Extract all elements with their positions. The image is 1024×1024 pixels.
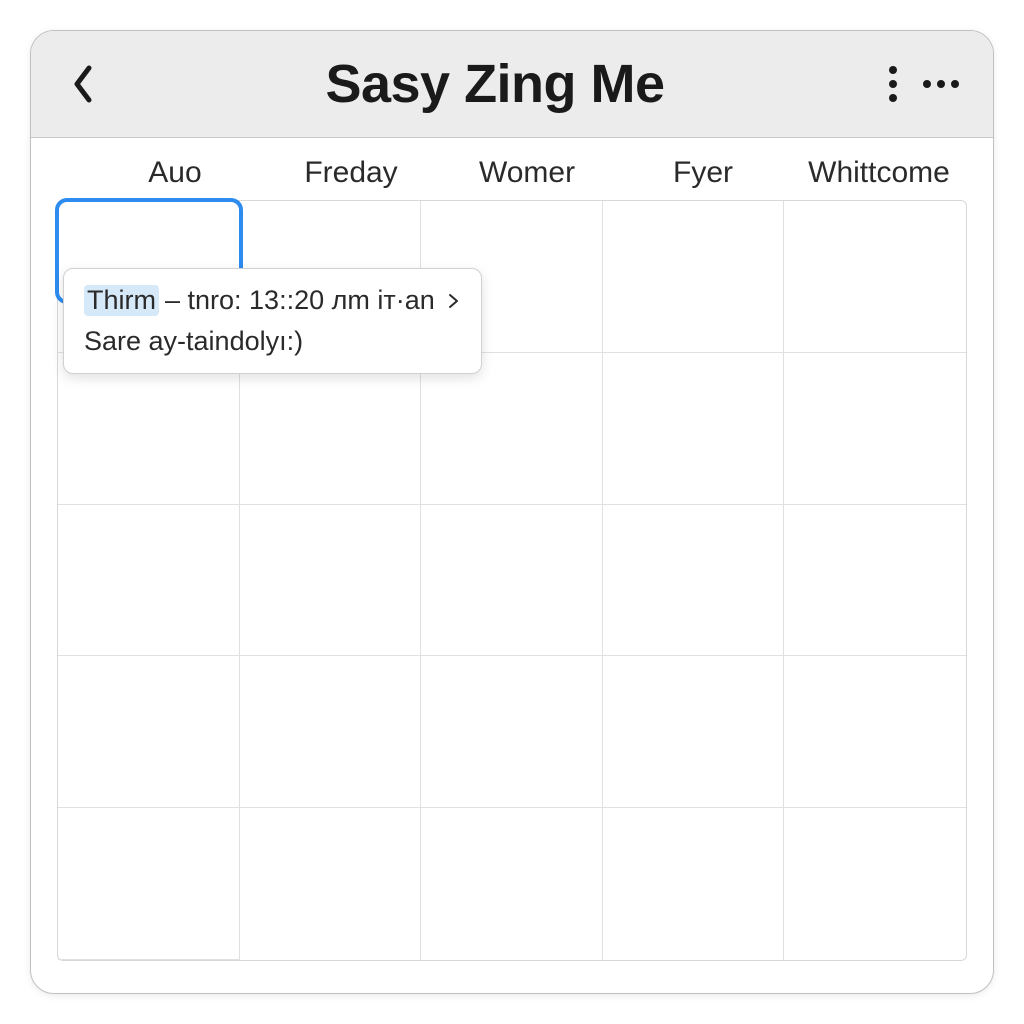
calendar-cell[interactable] [421,505,603,657]
column-header: Womer [439,156,615,190]
chevron-left-icon [69,64,97,104]
popup-title-line: Thirm – tnro: 13::20 лm iт·an [84,285,461,316]
column-header: Fyer [615,156,791,190]
calendar-cell[interactable] [603,808,785,960]
calendar-cell[interactable] [421,353,603,505]
column-headers: Auo Freday Womer Fyer Whittcome [57,156,967,200]
column-header: Freday [263,156,439,190]
popup-title-rest: – tnro: 13::20 лm iт·an [165,285,435,316]
calendar-cell[interactable] [58,656,240,808]
app-window: Sasy Zing Me Auo Freday Womer Fyer Whitt… [30,30,994,994]
calendar-content: Auo Freday Womer Fyer Whittcome [31,138,993,993]
calendar-cell[interactable] [421,656,603,808]
calendar-cell[interactable] [603,656,785,808]
kebab-menu-button[interactable] [885,62,901,106]
column-header: Whittcome [791,156,967,190]
calendar-cell[interactable] [603,201,785,353]
calendar-cell[interactable] [240,505,422,657]
calendar-cell[interactable] [784,808,966,960]
calendar-cell[interactable] [240,656,422,808]
calendar-cell[interactable] [58,353,240,505]
column-header: Auo [87,156,263,190]
chevron-right-small-icon [447,292,461,310]
calendar-cell[interactable] [58,505,240,657]
calendar-cell[interactable] [784,201,966,353]
calendar-cell[interactable] [784,656,966,808]
calendar-cell[interactable] [603,505,785,657]
kebab-menu-icon [889,66,897,74]
calendar-cell[interactable] [603,353,785,505]
calendar-cell[interactable] [240,353,422,505]
calendar-cell[interactable] [421,808,603,960]
calendar-cell[interactable] [784,353,966,505]
calendar-cell[interactable] [240,808,422,960]
more-menu-button[interactable] [919,76,963,92]
event-popup[interactable]: Thirm – tnro: 13::20 лm iт·an Sare ay-ta… [63,268,482,374]
popup-highlight-text: Thirm [84,285,159,316]
calendar-cell[interactable] [58,808,240,960]
popup-subtitle: Sare ay-taindolyı:) [84,326,461,357]
page-title: Sasy Zing Me [325,53,664,115]
back-button[interactable] [61,62,105,106]
more-horizontal-icon [923,80,931,88]
header-bar: Sasy Zing Me [31,31,993,138]
calendar-cell[interactable] [784,505,966,657]
header-actions [885,62,963,106]
